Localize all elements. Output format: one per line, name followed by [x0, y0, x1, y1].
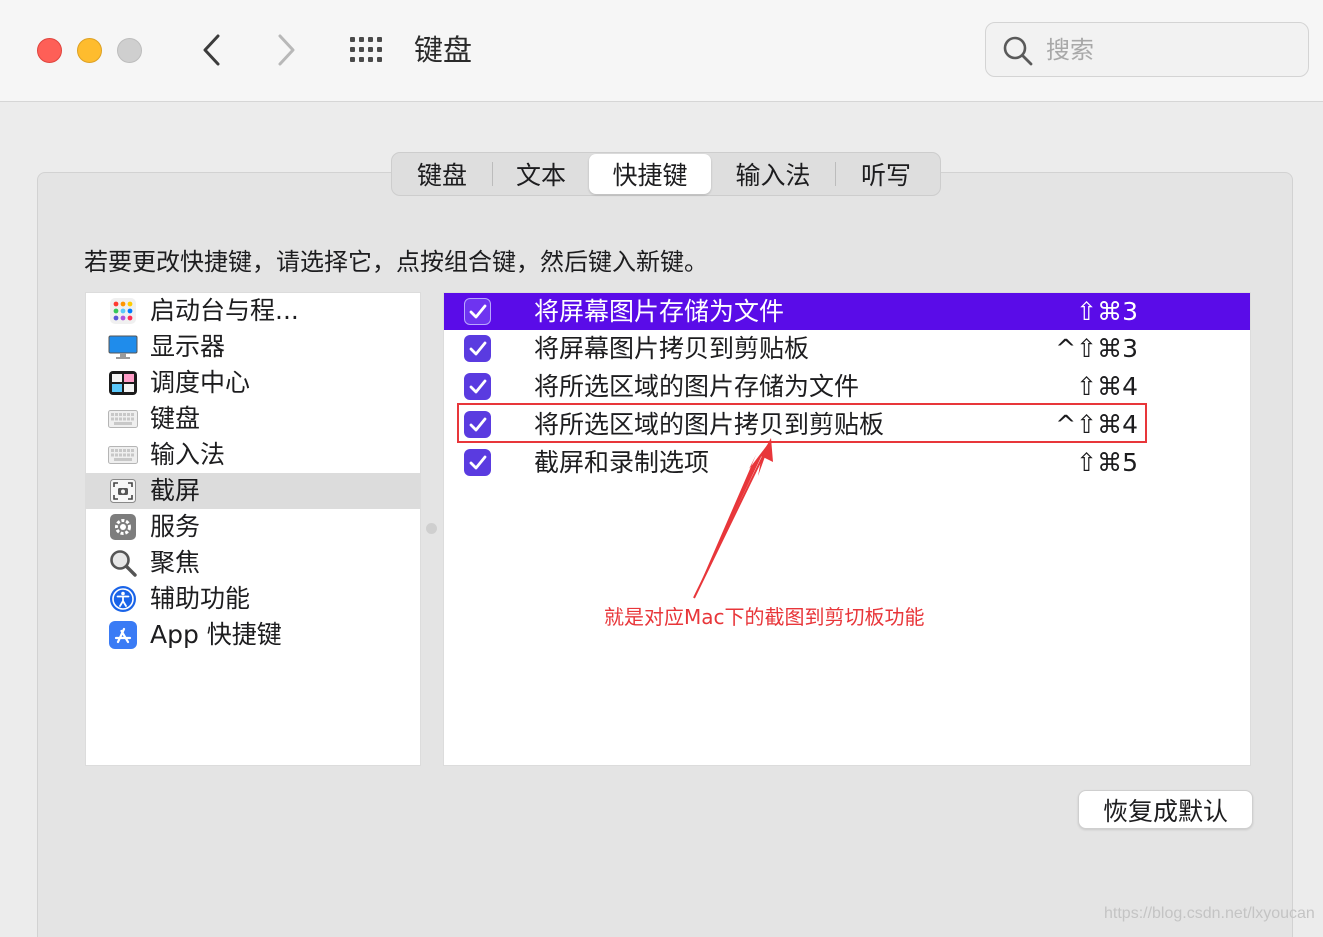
accessibility-icon [108, 585, 138, 613]
shortcut-checkbox[interactable] [464, 373, 491, 400]
app-store-icon [108, 621, 138, 649]
shortcut-row[interactable]: 将所选区域的图片存储为文件 ⇧⌘4 [444, 368, 1250, 405]
category-label: 聚焦 [150, 548, 201, 577]
screenshot-icon [108, 477, 138, 505]
title-bar: 键盘 [0, 0, 1323, 102]
search-field[interactable] [985, 22, 1309, 77]
shortcut-label: 将屏幕图片存储为文件 [534, 297, 785, 326]
category-item-mission-control[interactable]: 调度中心 [86, 365, 420, 401]
mission-control-icon [108, 369, 138, 397]
shortcut-row[interactable]: 将屏幕图片存储为文件 ⇧⌘3 [444, 293, 1250, 330]
category-item-screenshots[interactable]: 截屏 [86, 473, 420, 509]
shortcut-keys[interactable]: ^⇧⌘3 [1055, 330, 1138, 367]
category-item-launchpad[interactable]: 启动台与程... [86, 293, 420, 329]
tab-input-sources[interactable]: 输入法 [711, 154, 835, 194]
shortcut-row[interactable]: 截屏和录制选项 ⇧⌘5 [444, 444, 1250, 481]
category-label: 调度中心 [150, 368, 251, 397]
input-source-icon [108, 441, 138, 469]
category-label: 服务 [150, 512, 201, 541]
shortcut-list[interactable]: 将屏幕图片存储为文件 ⇧⌘3 将屏幕图片拷贝到剪贴板 ^⇧⌘3 将所选区域的图片… [443, 292, 1251, 766]
checkmark-icon [469, 304, 486, 318]
category-item-app-shortcuts[interactable]: App 快捷键 [86, 617, 420, 653]
tab-text[interactable]: 文本 [493, 154, 589, 194]
category-label: 输入法 [150, 440, 226, 469]
back-button[interactable] [192, 28, 232, 72]
display-icon [108, 333, 138, 361]
tab-shortcuts[interactable]: 快捷键 [589, 154, 711, 194]
forward-button[interactable] [266, 28, 306, 72]
category-item-display[interactable]: 显示器 [86, 329, 420, 365]
category-item-keyboard[interactable]: 键盘 [86, 401, 420, 437]
checkmark-icon [469, 379, 486, 393]
category-label: App 快捷键 [150, 620, 282, 649]
shortcut-keys[interactable]: ⇧⌘5 [1076, 444, 1138, 481]
search-input[interactable] [1046, 31, 1296, 69]
close-window-button[interactable] [37, 38, 62, 63]
checkmark-icon [469, 455, 486, 469]
category-list[interactable]: 启动台与程... 显示器 调度中心 键盘 输入法 截屏 服务 聚焦 辅助功能 A… [85, 292, 421, 766]
tab-dictation[interactable]: 听写 [836, 154, 936, 194]
keyboard-icon [108, 405, 138, 433]
shortcut-row[interactable]: 将屏幕图片拷贝到剪贴板 ^⇧⌘3 [444, 330, 1250, 367]
restore-defaults-button[interactable]: 恢复成默认 [1078, 790, 1253, 829]
category-item-accessibility[interactable]: 辅助功能 [86, 581, 420, 617]
instruction-text: 若要更改快捷键，请选择它，点按组合键，然后键入新键。 [84, 248, 708, 276]
tab-bar: 键盘 文本 快捷键 输入法 听写 [391, 152, 941, 196]
shortcut-checkbox[interactable] [464, 335, 491, 362]
annotation-text: 就是对应Mac下的截图到剪切板功能 [604, 605, 925, 629]
category-item-spotlight[interactable]: 聚焦 [86, 545, 420, 581]
show-all-grid-icon[interactable] [346, 33, 388, 67]
shortcut-label: 截屏和录制选项 [534, 448, 710, 477]
shortcut-label: 将屏幕图片拷贝到剪贴板 [534, 334, 810, 363]
category-label: 截屏 [150, 476, 201, 505]
minimize-window-button[interactable] [77, 38, 102, 63]
launchpad-icon [108, 297, 138, 325]
zoom-window-button[interactable] [117, 38, 142, 63]
category-item-input-sources[interactable]: 输入法 [86, 437, 420, 473]
spotlight-icon [108, 549, 138, 577]
shortcut-checkbox[interactable] [464, 298, 491, 325]
watermark-text: https://blog.csdn.net/lxyoucan [1104, 905, 1315, 922]
category-item-services[interactable]: 服务 [86, 509, 420, 545]
shortcut-keys[interactable]: ⇧⌘4 [1076, 368, 1138, 405]
tab-keyboard[interactable]: 键盘 [392, 154, 492, 194]
chevron-left-icon [203, 34, 220, 66]
annotation-highlight-box [457, 403, 1147, 443]
shortcut-label: 将所选区域的图片存储为文件 [534, 372, 860, 401]
window-title: 键盘 [414, 33, 473, 67]
category-label: 键盘 [150, 404, 201, 433]
splitter-handle[interactable] [426, 523, 437, 534]
chevron-right-icon [278, 34, 295, 66]
category-label: 辅助功能 [150, 584, 251, 613]
category-label: 显示器 [150, 332, 226, 361]
gear-icon [108, 513, 138, 541]
shortcut-keys[interactable]: ⇧⌘3 [1076, 293, 1138, 330]
checkmark-icon [469, 341, 486, 355]
shortcut-checkbox[interactable] [464, 449, 491, 476]
category-label: 启动台与程... [150, 296, 299, 325]
search-icon [1003, 36, 1033, 66]
